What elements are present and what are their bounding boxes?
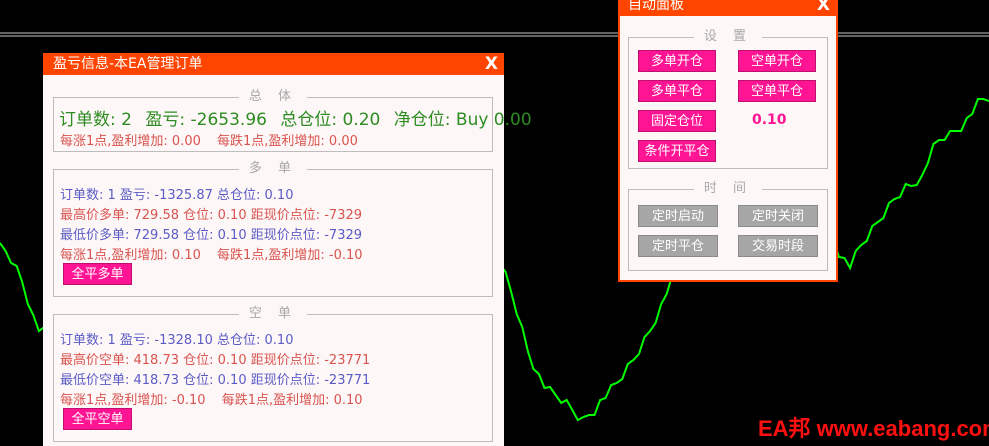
time-legend: 时 间 [703,181,753,196]
orders-value: 2 [121,110,132,130]
profit-info-panel: 盈亏信息-本EA管理订单 X 总 体 订单数: 2 盈亏: -2653.96 总… [43,53,532,446]
profit-label: 盈亏: [145,110,186,130]
auto-panel-titlebar[interactable]: 自动面板 X [620,0,836,16]
short-per-point: 每涨1点,盈利增加: -0.10 每跌1点,盈利增加: 0.10 [60,389,363,408]
timer-close-button[interactable]: 定时平仓 [638,235,718,257]
short-per-point-down: 每跌1点,盈利增加: 0.10 [221,393,363,408]
long-per-point-down: 每跌1点,盈利增加: -0.10 [217,248,363,263]
short-per-point-up: 每涨1点,盈利增加: -0.10 [60,393,206,408]
total-per-point-up: 每涨1点,盈利增加: 0.00 [60,134,201,149]
short-lowest: 最低价空单: 418.73 仓位: 0.10 距现价点位: -23771 [60,373,371,388]
auto-panel-title: 自动面板 [628,0,684,13]
profit-info-titlebar[interactable]: 盈亏信息-本EA管理订单 X [43,53,504,75]
conditional-open-button[interactable]: 条件开平仓 [638,140,716,162]
timer-stop-button[interactable]: 定时关闭 [738,205,818,227]
long-per-point-up: 每涨1点,盈利增加: 0.10 [60,248,201,263]
auto-panel: 自动面板 X 设 置 多单开仓 空单开仓 多单平仓 空单平仓 固定仓位 0.10… [618,0,838,282]
short-highest: 最高价空单: 418.73 仓位: 0.10 距现价点位: -23771 [60,353,371,368]
profit-info-title: 盈亏信息-本EA管理订单 [53,56,203,72]
net-value: Buy 0.00 [455,110,532,130]
close-icon[interactable]: X [817,0,830,16]
profit-value: -2653.96 [190,110,267,130]
timer-start-button[interactable]: 定时启动 [638,205,718,227]
fixed-lot-button[interactable]: 固定仓位 [638,110,716,132]
close-all-long-button[interactable]: 全平多单 [63,263,132,285]
total-per-point: 每涨1点,盈利增加: 0.00 每跌1点,盈利增加: 0.00 [60,130,358,149]
close-icon[interactable]: X [485,53,498,75]
long-legend: 多 单 [248,161,298,176]
sell-open-button[interactable]: 空单开仓 [738,50,816,72]
close-all-short-button[interactable]: 全平空单 [63,408,132,430]
sell-close-button[interactable]: 空单平仓 [738,80,816,102]
long-summary: 订单数: 1 盈亏: -1325.87 总仓位: 0.10 [60,188,294,203]
lots-label: 总仓位: [280,110,338,130]
total-per-point-down: 每跌1点,盈利增加: 0.00 [217,134,358,149]
short-summary: 订单数: 1 盈亏: -1328.10 总仓位: 0.10 [60,333,294,348]
watermark: EA邦 www.eabang.com [758,416,989,441]
buy-open-button[interactable]: 多单开仓 [638,50,716,72]
lot-value-field[interactable]: 0.10 [752,112,787,128]
orders-label: 订单数: [59,110,116,130]
long-lowest: 最低价多单: 729.58 仓位: 0.10 距现价点位: -7329 [60,228,363,243]
settings-legend: 设 置 [703,29,753,44]
buy-close-button[interactable]: 多单平仓 [638,80,716,102]
lots-value: 0.20 [342,110,381,130]
long-highest: 最高价多单: 729.58 仓位: 0.10 距现价点位: -7329 [60,208,363,223]
trade-session-button[interactable]: 交易时段 [738,235,818,257]
total-summary-line: 订单数: 2 盈亏: -2653.96 总仓位: 0.20 净仓位: Buy 0… [59,105,532,130]
long-per-point: 每涨1点,盈利增加: 0.10 每跌1点,盈利增加: -0.10 [60,244,363,263]
short-legend: 空 单 [248,306,298,321]
net-label: 净仓位: [393,110,451,130]
total-legend: 总 体 [248,89,298,104]
